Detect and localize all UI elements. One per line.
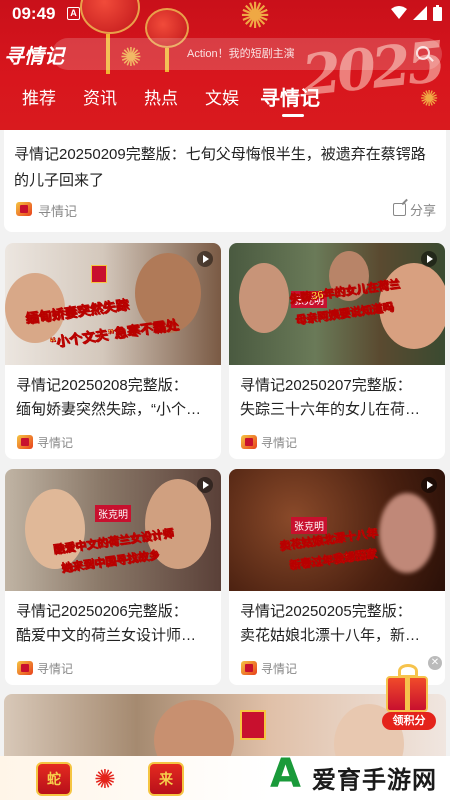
reward-points-label: 领积分 <box>382 712 436 730</box>
video-source: 寻情记 <box>261 436 298 450</box>
video-source: 寻情记 <box>37 662 74 676</box>
tab-recommend[interactable]: 推荐 <box>22 84 56 109</box>
zodiac-badge: 来 <box>148 762 184 796</box>
play-icon[interactable] <box>421 477 437 493</box>
source-icon <box>16 202 32 216</box>
share-button[interactable]: 分享 <box>392 200 436 219</box>
video-title-line: 寻情记20250208完整版： <box>16 377 188 394</box>
play-icon[interactable] <box>421 251 437 267</box>
play-icon[interactable] <box>197 251 213 267</box>
channel-badge <box>240 710 266 740</box>
video-thumbnail[interactable]: 张克明 卖花姑娘北漂十八年 新春过年我想回家 <box>229 469 445 591</box>
tab-xunqingji[interactable]: 寻情记 <box>260 82 320 111</box>
video-thumbnail[interactable]: 张克明 失踪36年的女儿在荷兰 母亲阿姨要说知道吗 <box>229 243 445 365</box>
video-card[interactable]: 张克明 酷爱中文的荷兰女设计师 她来到中国寻找故乡 寻情记20250206完整版… <box>5 469 221 685</box>
video-title-line: 缅甸娇妻突然失踪，“小个… <box>16 401 201 418</box>
article-title[interactable]: 寻情记20250209完整版：七旬父母悔恨半生，被遗弃在蔡锷路的儿子回来了 <box>14 142 434 194</box>
status-time: 09:49 <box>12 4 56 23</box>
video-source: 寻情记 <box>37 436 74 450</box>
video-title-line: 酷爱中文的荷兰女设计师… <box>16 627 197 644</box>
article-source: 寻情记 <box>38 204 78 219</box>
gift-ribbon <box>405 676 410 712</box>
watermark-text: 爱育手游网 <box>312 767 437 794</box>
host-tag: 张克明 <box>95 505 131 522</box>
site-watermark: A 爱育手游网 <box>270 752 450 798</box>
video-card[interactable]: 缅甸娇妻突然失踪 “小个文夫”急寒不霸处 寻情记20250208完整版： 缅甸娇… <box>5 243 221 459</box>
header: ✺ ✺ ✺ 2025 09:49 A 寻情记 Action！我的短剧主演 推荐 … <box>0 0 450 130</box>
video-thumbnail[interactable]: 缅甸娇妻突然失踪 “小个文夫”急寒不霸处 <box>5 243 221 365</box>
video-title-line: 寻情记20250205完整版： <box>240 603 412 620</box>
source-icon <box>17 661 33 675</box>
share-icon <box>392 203 406 216</box>
reward-points-button[interactable]: 领积分 <box>380 662 436 732</box>
video-title[interactable]: 寻情记20250206完整版： 酷爱中文的荷兰女设计师… <box>16 600 212 648</box>
tab-indicator <box>282 114 304 117</box>
video-title-line: 寻情记20250206完整版： <box>16 603 188 620</box>
search-input[interactable]: Action！我的短剧主演 <box>52 38 442 70</box>
video-source: 寻情记 <box>261 662 298 676</box>
notification-icon: A <box>67 7 80 20</box>
article-card[interactable]: 寻情记20250209完整版：七旬父母悔恨半生，被遗弃在蔡锷路的儿子回来了 寻情… <box>4 130 446 232</box>
video-title[interactable]: 寻情记20250208完整版： 缅甸娇妻突然失踪，“小个… <box>16 374 212 422</box>
wifi-icon <box>391 6 407 19</box>
play-icon[interactable] <box>197 477 213 493</box>
share-label: 分享 <box>409 203 436 218</box>
video-card[interactable]: 张克明 卖花姑娘北漂十八年 新春过年我想回家 寻情记20250205完整版： 卖… <box>229 469 445 685</box>
video-thumbnail[interactable]: 张克明 酷爱中文的荷兰女设计师 她来到中国寻找故乡 <box>5 469 221 591</box>
thumb-face <box>379 493 435 573</box>
signal-icon <box>413 6 427 20</box>
source-icon <box>241 661 257 675</box>
video-title[interactable]: 寻情记20250205完整版： 卖花姑娘北漂十八年，新… <box>240 600 436 648</box>
video-card[interactable]: 张克明 失踪36年的女儿在荷兰 母亲阿姨要说知道吗 寻情记20250207完整版… <box>229 243 445 459</box>
status-icons <box>391 5 442 21</box>
video-title-line: 寻情记20250207完整版： <box>240 377 412 394</box>
video-title[interactable]: 寻情记20250207完整版： 失踪三十六年的女儿在荷… <box>240 374 436 422</box>
channel-badge <box>91 265 107 283</box>
source-icon <box>17 435 33 449</box>
source-icon <box>241 435 257 449</box>
firework-decoration: ✺ <box>94 764 116 794</box>
search-placeholder: Action！我的短剧主演 <box>187 48 295 60</box>
tab-news[interactable]: 资讯 <box>83 84 117 109</box>
tab-bar: 推荐 资讯 热点 文娱 寻情记 <box>0 84 450 120</box>
thumb-face <box>239 263 289 333</box>
zodiac-badge: 蛇 <box>36 762 72 796</box>
tab-hot[interactable]: 热点 <box>144 84 178 109</box>
video-title-line: 失踪三十六年的女儿在荷… <box>240 401 421 418</box>
search-icon[interactable] <box>416 46 430 60</box>
watermark-logo: A <box>270 751 301 797</box>
video-title-line: 卖花姑娘北漂十八年，新… <box>240 627 421 644</box>
status-bar: 09:49 A <box>0 0 450 28</box>
tab-entertainment[interactable]: 文娱 <box>205 84 239 109</box>
battery-icon <box>433 5 442 21</box>
